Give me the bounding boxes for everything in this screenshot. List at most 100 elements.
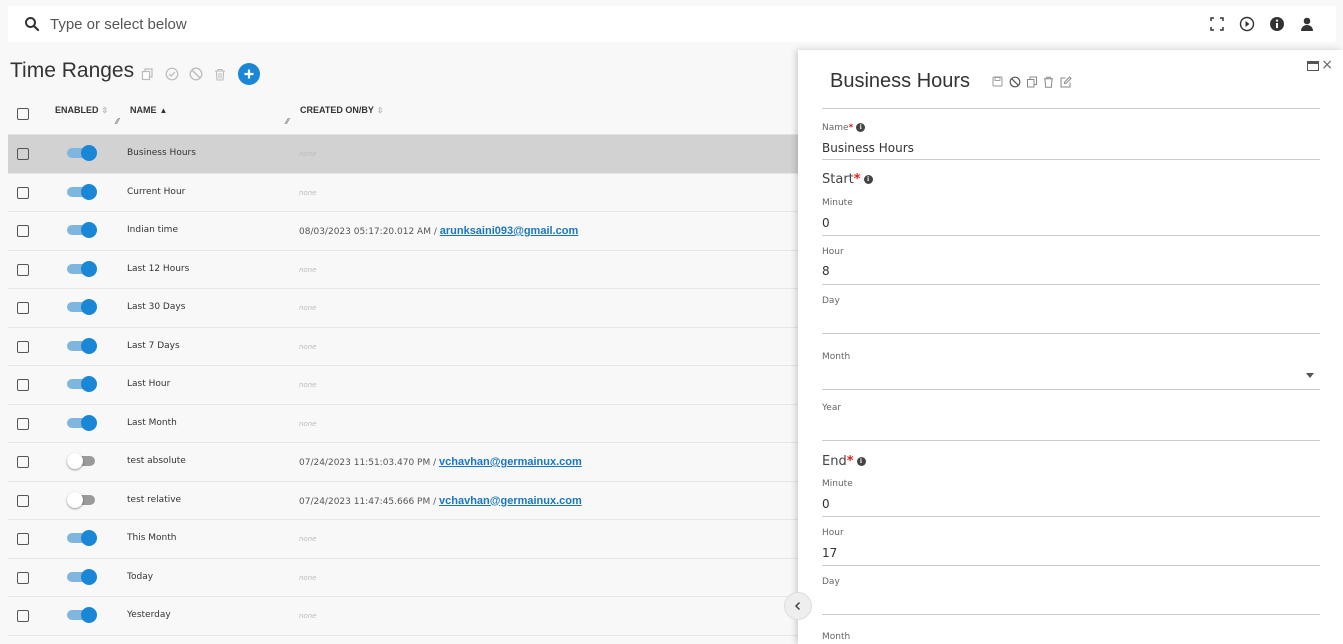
table-row[interactable]: Last Month none — [8, 405, 808, 443]
play-icon[interactable] — [1238, 15, 1256, 33]
enabled-toggle[interactable] — [67, 145, 97, 161]
top-toolbar — [1208, 15, 1316, 33]
row-checkbox[interactable] — [17, 533, 29, 545]
row-checkbox[interactable] — [17, 263, 29, 276]
start-hour-label: Hour — [822, 247, 844, 257]
row-checkbox[interactable] — [17, 186, 29, 199]
enabled-toggle[interactable] — [67, 299, 97, 315]
table-row[interactable]: Last 12 Hours none — [8, 251, 808, 289]
table-row[interactable]: Last 7 Days none — [8, 328, 808, 366]
ban-icon[interactable] — [1008, 75, 1021, 88]
created-by-link[interactable]: arunksaini093@gmail.com — [440, 225, 579, 237]
created-none: none — [299, 265, 317, 274]
check-circle-icon[interactable] — [164, 67, 179, 82]
user-icon[interactable] — [1298, 15, 1316, 33]
chevron-down-icon[interactable] — [1306, 373, 1314, 378]
enabled-toggle[interactable] — [67, 491, 97, 508]
list-actions — [140, 63, 260, 85]
table-row[interactable]: Today none — [8, 559, 808, 597]
created-by-link[interactable]: vchavhan@germainux.com — [439, 495, 582, 507]
column-header-created[interactable]: CREATED ON/BY ⇳ — [300, 105, 384, 115]
search-icon — [25, 17, 40, 32]
sort-icon: ⇳ — [101, 106, 109, 115]
row-checkbox[interactable] — [17, 379, 29, 391]
end-month-label: Month — [822, 632, 851, 642]
table-row[interactable]: test relative 07/24/2023 11:47:45.666 PM … — [8, 482, 808, 520]
name-field[interactable]: Business Hours — [822, 141, 914, 155]
table-row[interactable]: This Month none — [8, 520, 808, 559]
enabled-toggle[interactable] — [67, 530, 97, 546]
toggle-knob — [81, 414, 97, 431]
trash-icon[interactable] — [1042, 75, 1055, 88]
table-row[interactable]: Business Hours none — [8, 135, 808, 174]
toggle-knob — [81, 299, 97, 315]
row-name: Last 12 Hours — [127, 263, 190, 274]
end-hour-label: Hour — [822, 528, 844, 538]
row-checkbox[interactable] — [17, 571, 29, 584]
row-checkbox[interactable] — [17, 456, 29, 468]
fullscreen-icon[interactable] — [1208, 15, 1226, 33]
row-name: test absolute — [127, 456, 186, 466]
trash-icon[interactable] — [212, 67, 227, 82]
row-checkbox[interactable] — [17, 494, 29, 507]
column-header-name[interactable]: NAME ▲ — [130, 105, 167, 115]
table-row[interactable]: Last Hour none — [8, 366, 808, 405]
created-none: none — [299, 573, 317, 582]
info-icon[interactable]: i — [856, 123, 866, 132]
row-name: Last 7 Days — [127, 340, 180, 351]
enabled-toggle[interactable] — [67, 222, 97, 238]
end-minute-field[interactable]: 0 — [822, 497, 830, 511]
resize-handle-icon[interactable]: ⁄⁄ — [116, 117, 119, 126]
enabled-toggle[interactable] — [67, 376, 97, 392]
row-checkbox[interactable] — [17, 302, 29, 314]
add-button[interactable] — [238, 63, 260, 85]
enabled-toggle[interactable] — [67, 337, 97, 354]
enabled-toggle[interactable] — [67, 260, 97, 277]
start-minute-field[interactable]: 0 — [822, 216, 830, 230]
table-row[interactable]: test absolute 07/24/2023 11:51:03.470 PM … — [8, 443, 808, 482]
enabled-toggle[interactable] — [67, 607, 97, 623]
start-hour-field[interactable]: 8 — [822, 264, 830, 278]
created-none: none — [299, 304, 317, 312]
column-header-enabled[interactable]: ENABLED ⇳ — [55, 105, 108, 115]
time-ranges-table: ENABLED ⇳ ⁄⁄ NAME ▲ ⁄⁄ CREATED ON/BY ⇳ Busi… — [8, 95, 808, 636]
resize-handle-icon[interactable]: ⁄⁄ — [286, 117, 289, 126]
toggle-knob — [81, 260, 97, 277]
toggle-knob — [81, 337, 97, 354]
created-none: none — [299, 150, 317, 158]
close-icon[interactable]: × — [1321, 57, 1333, 73]
enabled-toggle[interactable] — [67, 183, 97, 200]
ban-icon[interactable] — [188, 67, 203, 82]
created-none: none — [299, 612, 317, 620]
info-icon[interactable] — [1268, 15, 1286, 33]
created-by-link[interactable]: vchavhan@germainux.com — [439, 456, 582, 468]
select-all-checkbox[interactable] — [17, 108, 29, 120]
collapse-panel-button[interactable] — [784, 592, 812, 620]
copy-icon[interactable] — [140, 67, 155, 82]
row-checkbox[interactable] — [17, 610, 29, 622]
copy-icon[interactable] — [1025, 75, 1038, 88]
enabled-toggle[interactable] — [67, 414, 97, 431]
panel-actions — [991, 75, 1072, 88]
row-checkbox[interactable] — [17, 225, 29, 237]
enabled-toggle[interactable] — [67, 568, 97, 585]
table-row[interactable]: Current Hour none — [8, 174, 808, 212]
created-none: none — [299, 419, 317, 428]
edit-icon[interactable] — [1059, 75, 1072, 88]
info-icon[interactable]: i — [863, 175, 873, 184]
window-icon[interactable] — [1307, 61, 1319, 71]
end-hour-field[interactable]: 17 — [822, 546, 837, 560]
table-row[interactable]: Last 30 Days none — [8, 289, 808, 328]
save-icon[interactable] — [991, 75, 1004, 88]
table-row[interactable]: Indian time 08/03/2023 05:17:20.012 AM / … — [8, 212, 808, 251]
sort-ascending-icon: ▲ — [159, 106, 168, 115]
enabled-toggle[interactable] — [67, 453, 97, 469]
search-input[interactable] — [50, 13, 650, 35]
row-checkbox[interactable] — [17, 417, 29, 430]
row-checkbox[interactable] — [17, 340, 29, 353]
row-name: Yesterday — [127, 610, 171, 620]
table-row[interactable]: Yesterday none — [8, 597, 808, 636]
row-checkbox[interactable] — [17, 148, 29, 160]
info-icon[interactable]: i — [856, 457, 866, 466]
field-underline — [822, 159, 1320, 160]
